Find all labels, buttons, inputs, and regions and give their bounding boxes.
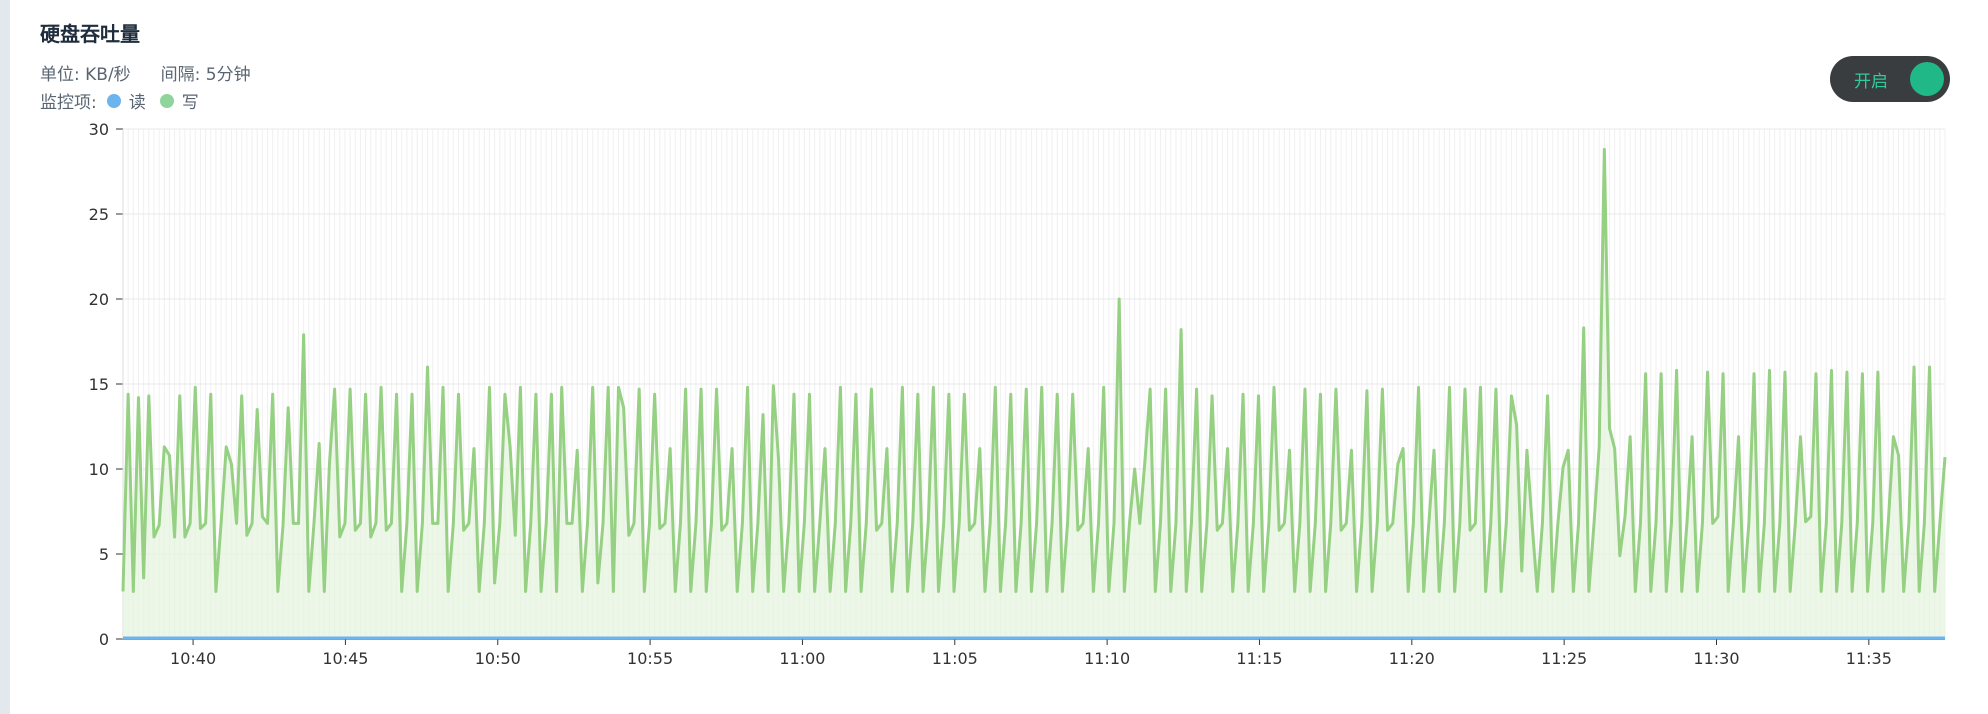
x-tick-label: 11:25 — [1541, 649, 1587, 668]
y-tick-label: 10 — [89, 460, 109, 479]
x-tick-label: 11:35 — [1846, 649, 1892, 668]
x-tick-label: 10:55 — [627, 649, 673, 668]
x-tick-label: 11:30 — [1693, 649, 1739, 668]
x-tick-label: 11:05 — [932, 649, 978, 668]
y-tick-label: 20 — [89, 290, 109, 309]
x-tick-label: 10:45 — [322, 649, 368, 668]
y-tick-label: 0 — [99, 630, 109, 649]
x-tick-label: 10:50 — [475, 649, 521, 668]
x-tick-label: 11:00 — [779, 649, 825, 668]
x-tick-label: 11:10 — [1084, 649, 1130, 668]
x-tick-label: 10:40 — [170, 649, 216, 668]
x-tick-label: 11:20 — [1389, 649, 1435, 668]
y-tick-label: 25 — [89, 205, 109, 224]
x-tick-label: 11:15 — [1236, 649, 1282, 668]
throughput-chart: 0 5 10 15 20 25 30 10:40 10:45 10:50 10:55 11:00 11:… — [89, 120, 1947, 668]
y-tick-label: 30 — [89, 120, 109, 139]
y-tick-label: 15 — [89, 375, 109, 394]
y-tick-label: 5 — [99, 545, 109, 564]
